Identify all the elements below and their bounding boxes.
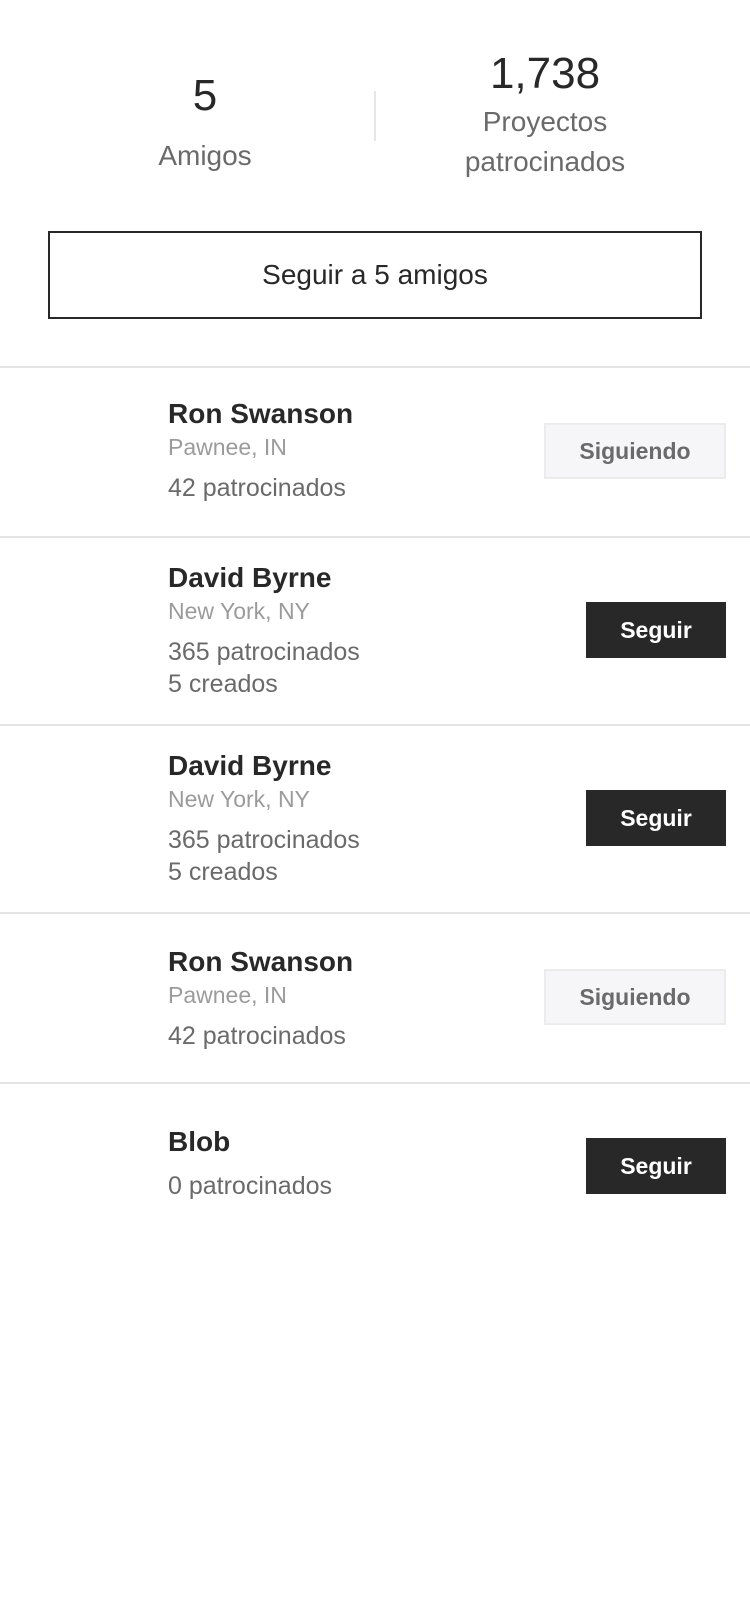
follow-button[interactable]: Seguir xyxy=(586,602,726,658)
friend-info: Ron Swanson Pawnee, IN 42 patrocinados xyxy=(168,944,353,1052)
friend-info: David Byrne New York, NY 365 patrocinado… xyxy=(168,748,360,888)
following-button[interactable]: Siguiendo xyxy=(544,423,726,479)
stats-header: 5 Amigos 1,738 Proyectos patrocinados xyxy=(0,0,750,215)
friend-row: Blob 0 patrocinados Seguir xyxy=(0,1082,750,1252)
friend-location: New York, NY xyxy=(168,786,310,812)
friend-name: Ron Swanson xyxy=(168,398,354,429)
friend-name: Blob xyxy=(168,1126,231,1157)
friends-list: Ron Swanson Pawnee, IN 42 patrocinados S… xyxy=(0,366,750,1252)
friend-row: David Byrne New York, NY 365 patrocinado… xyxy=(0,536,750,724)
backed-label-line2: patrocinados xyxy=(464,146,626,177)
friend-backed-count: 42 patrocinados xyxy=(168,1022,346,1050)
follow-all-button[interactable]: Seguir a 5 amigos xyxy=(48,231,702,319)
backed-projects-stat: 1,738 Proyectos patrocinados xyxy=(400,46,690,182)
friend-row: David Byrne New York, NY 365 patrocinado… xyxy=(0,724,750,912)
friend-backed-count: 365 patrocinados xyxy=(168,638,360,666)
stats-divider xyxy=(374,91,376,141)
friend-created-count: 5 creados xyxy=(168,670,278,698)
friend-name: David Byrne xyxy=(168,562,332,593)
friend-info: David Byrne New York, NY 365 patrocinado… xyxy=(168,560,360,700)
friend-backed-count: 0 patrocinados xyxy=(168,1172,333,1200)
follow-button[interactable]: Seguir xyxy=(586,790,726,846)
friends-stat: 5 Amigos xyxy=(105,68,305,176)
friend-name: Ron Swanson xyxy=(168,946,354,977)
friend-backed-count: 365 patrocinados xyxy=(168,826,360,854)
backed-count: 1,738 xyxy=(489,49,601,98)
friend-created-count: 5 creados xyxy=(168,858,278,886)
friend-row: Ron Swanson Pawnee, IN 42 patrocinados S… xyxy=(0,912,750,1082)
friend-location: Pawnee, IN xyxy=(168,982,287,1008)
friend-location: New York, NY xyxy=(168,598,310,624)
friends-count: 5 xyxy=(192,71,218,120)
friends-label: Amigos xyxy=(158,140,252,171)
backed-label-line1: Proyectos xyxy=(482,106,608,137)
follow-button[interactable]: Seguir xyxy=(586,1138,726,1194)
find-friends-screen: 5 Amigos 1,738 Proyectos patrocinados Se… xyxy=(0,0,750,1624)
friend-name: David Byrne xyxy=(168,750,332,781)
friend-info: Blob 0 patrocinados xyxy=(168,1124,332,1202)
friend-location: Pawnee, IN xyxy=(168,434,287,460)
following-button[interactable]: Siguiendo xyxy=(544,969,726,1025)
friend-info: Ron Swanson Pawnee, IN 42 patrocinados xyxy=(168,396,353,504)
friend-row: Ron Swanson Pawnee, IN 42 patrocinados S… xyxy=(0,366,750,536)
friend-backed-count: 42 patrocinados xyxy=(168,474,346,502)
